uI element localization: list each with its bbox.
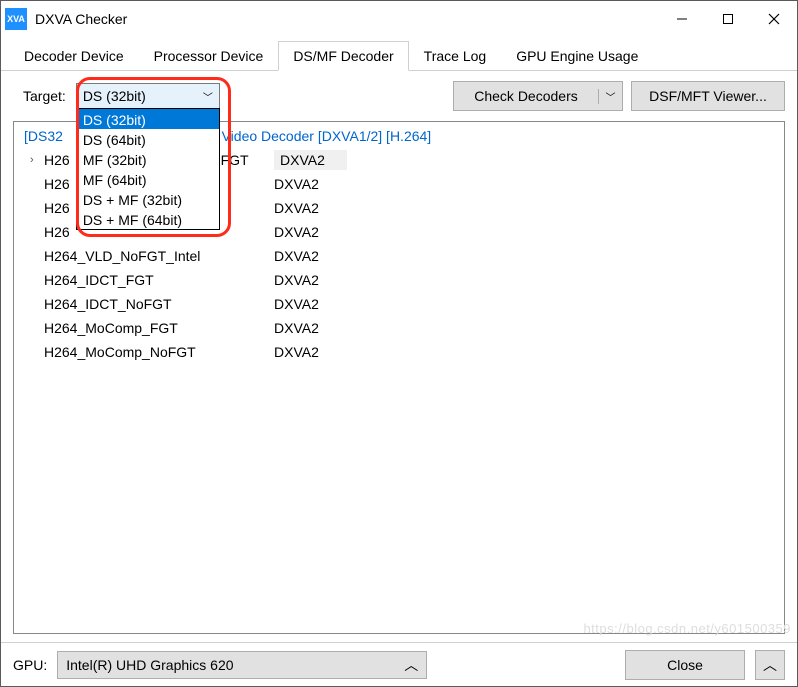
decoder-header-part: Video Decoder [DXVA1/2] [H.264] [222, 128, 432, 144]
collapse-up-button[interactable]: ︿ [755, 650, 785, 680]
statusbar: GPU: Intel(R) UHD Graphics 620 ︿ Close ︿ [1, 642, 797, 686]
tab-bar: Decoder Device Processor Device DS/MF De… [1, 37, 797, 71]
close-button[interactable]: Close [625, 650, 745, 680]
app-icon: XVA [5, 8, 27, 30]
decoder-name: H264_IDCT_FGT [44, 272, 274, 288]
target-option[interactable]: DS (64bit) [77, 129, 219, 149]
dsf-mft-viewer-button[interactable]: DSF/MFT Viewer... [631, 81, 785, 111]
target-option[interactable]: MF (32bit) [77, 149, 219, 169]
target-option[interactable]: DS + MF (64bit) [77, 209, 219, 229]
decoder-name: H264_MoComp_FGT [44, 320, 274, 336]
tab-trace-log[interactable]: Trace Log [409, 41, 502, 71]
decoder-name: H264_MoComp_NoFGT [44, 344, 274, 360]
toolbar: Target: DS (32bit) ﹀ DS (32bit) DS (64bi… [1, 71, 797, 121]
decoder-api: DXVA2 [274, 248, 319, 264]
target-combo[interactable]: DS (32bit) ﹀ DS (32bit) DS (64bit) MF (3… [76, 83, 220, 109]
chevron-up-icon: ︿ [404, 655, 418, 675]
decoder-api: DXVA2 [274, 272, 319, 288]
chevron-down-icon: ﹀ [203, 89, 213, 104]
check-decoders-button[interactable]: Check Decoders ﹀ [453, 81, 623, 111]
target-option[interactable]: DS + MF (32bit) [77, 189, 219, 209]
decoder-api: DXVA2 [274, 296, 319, 312]
decoder-api: DXVA2 [274, 150, 347, 170]
gpu-combo[interactable]: Intel(R) UHD Graphics 620 ︿ [57, 651, 427, 679]
gpu-combo-value: Intel(R) UHD Graphics 620 [66, 657, 233, 673]
target-option[interactable]: MF (64bit) [77, 169, 219, 189]
target-label: Target: [23, 88, 66, 104]
app-window: XVA DXVA Checker Decoder Device Processo… [0, 0, 798, 687]
tab-processor-device[interactable]: Processor Device [139, 41, 279, 71]
decoder-name: H264_VLD_NoFGT_Intel [44, 248, 274, 264]
target-option[interactable]: DS (32bit) [77, 109, 219, 129]
decoder-name: H264_IDCT_NoFGT [44, 296, 274, 312]
target-combo-value: DS (32bit) [83, 88, 146, 104]
tree-expander-icon[interactable]: › [30, 154, 44, 166]
tab-gpu-engine-usage[interactable]: GPU Engine Usage [501, 41, 653, 71]
decoder-api: DXVA2 [274, 176, 319, 192]
target-combo-box[interactable]: DS (32bit) ﹀ [76, 83, 220, 109]
tab-decoder-device[interactable]: Decoder Device [9, 41, 139, 71]
decoder-header-part: [DS32 [24, 128, 63, 144]
chevron-up-icon: ︿ [763, 655, 777, 675]
decoder-api: DXVA2 [274, 224, 319, 240]
decoder-api: DXVA2 [274, 344, 319, 360]
check-decoders-label: Check Decoders [454, 88, 598, 104]
table-row[interactable]: H264_MoComp_NoFGT DXVA2 [44, 340, 774, 364]
target-dropdown: DS (32bit) DS (64bit) MF (32bit) MF (64b… [76, 108, 220, 230]
table-row[interactable]: H264_VLD_NoFGT_Intel DXVA2 [44, 244, 774, 268]
tab-ds-mf-decoder[interactable]: DS/MF Decoder [278, 41, 408, 71]
decoder-api: DXVA2 [274, 320, 319, 336]
table-row[interactable]: H264_MoComp_FGT DXVA2 [44, 316, 774, 340]
decoder-api: DXVA2 [274, 200, 319, 216]
window-title: DXVA Checker [35, 11, 659, 27]
maximize-button[interactable] [705, 3, 751, 35]
window-controls [659, 3, 797, 35]
titlebar: XVA DXVA Checker [1, 1, 797, 37]
table-row[interactable]: H264_IDCT_FGT DXVA2 [44, 268, 774, 292]
gpu-label: GPU: [13, 657, 47, 673]
minimize-button[interactable] [659, 3, 705, 35]
close-window-button[interactable] [751, 3, 797, 35]
chevron-down-icon[interactable]: ﹀ [598, 89, 622, 104]
table-row[interactable]: H264_IDCT_NoFGT DXVA2 [44, 292, 774, 316]
